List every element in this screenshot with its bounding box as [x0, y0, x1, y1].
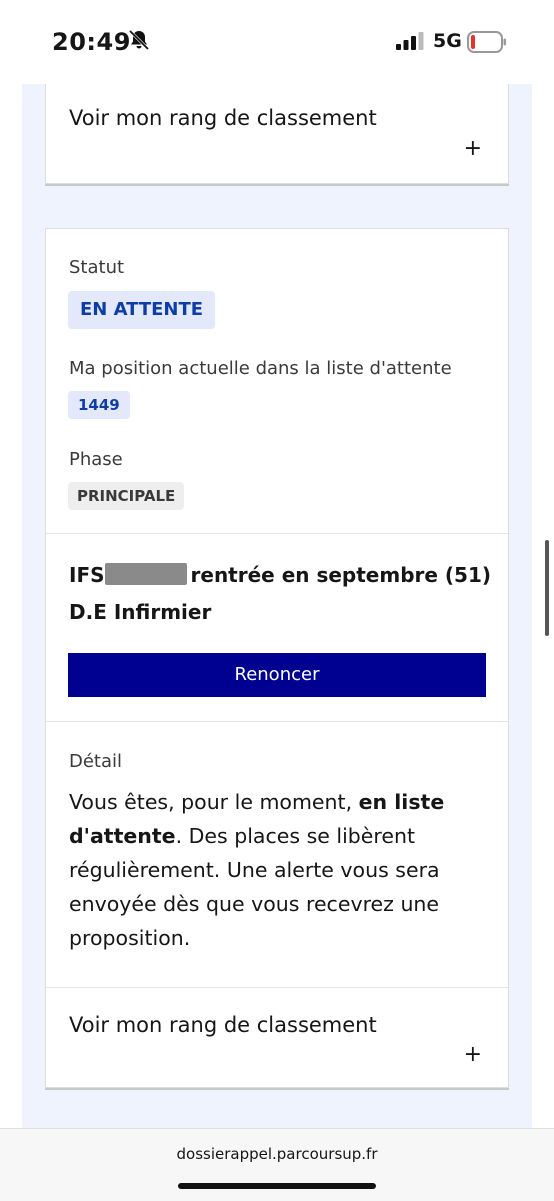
expand-plus-icon[interactable]: +: [464, 1042, 482, 1067]
formation-prefix: IFS: [69, 563, 105, 587]
browser-bar: dossierappel.parcoursup.fr: [0, 1128, 554, 1201]
formation-title: IFS rentrée en septembre (51) D.E Infirmi…: [69, 557, 491, 631]
formation-diploma: D.E Infirmier: [69, 600, 212, 624]
status-bar: 20:49 5G: [0, 0, 554, 84]
scrollbar[interactable]: [545, 540, 549, 636]
rang-classement-label: Voir mon rang de classement: [69, 106, 377, 130]
detail-text: Vous êtes, pour le moment, en liste d'at…: [69, 790, 445, 950]
signal-icon: [396, 32, 424, 50]
voeu-card: Statut EN ATTENTE Ma position actuelle d…: [45, 228, 509, 1088]
formation-suffix: rentrée en septembre (51): [190, 563, 492, 587]
redacted-block: [104, 563, 187, 585]
network-type: 5G: [433, 30, 462, 52]
phase-label: Phase: [69, 449, 123, 470]
rang-classement-card-top[interactable]: Voir mon rang de classement +: [45, 84, 509, 184]
renoncer-button[interactable]: Renoncer: [68, 653, 486, 697]
expand-plus-icon[interactable]: +: [464, 136, 482, 161]
rang-classement-card-bottom[interactable]: Voir mon rang de classement +: [46, 988, 508, 1088]
bell-muted-icon: [128, 29, 150, 51]
divider: [46, 533, 508, 534]
rang-classement-label: Voir mon rang de classement: [69, 1013, 377, 1037]
battery-low-icon: [467, 31, 506, 53]
clock: 20:49: [52, 28, 131, 56]
position-badge: 1449: [68, 391, 130, 419]
status-badge: EN ATTENTE: [68, 291, 216, 329]
home-indicator[interactable]: [178, 1183, 376, 1189]
divider: [46, 721, 508, 722]
detail-label: Détail: [69, 751, 123, 772]
url-bar[interactable]: dossierappel.parcoursup.fr: [0, 1145, 554, 1163]
phase-badge: PRINCIPALE: [68, 482, 185, 510]
position-label: Ma position actuelle dans la liste d'att…: [69, 358, 452, 379]
statut-label: Statut: [69, 257, 125, 278]
